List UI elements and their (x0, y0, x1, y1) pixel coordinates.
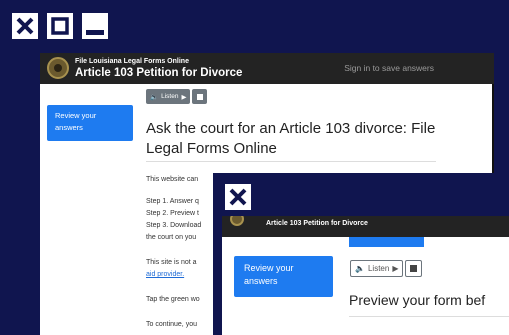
stop-button[interactable] (405, 260, 423, 277)
minimize-icon (86, 30, 104, 35)
step-2-text: Step 2. Preview t (146, 210, 199, 217)
site-header: File Louisiana Legal Forms Online Articl… (40, 53, 494, 84)
listen-label: Listen (161, 93, 179, 100)
listen-button[interactable]: 🔈 Listen ▶ (350, 260, 404, 277)
overlay-site-title[interactable]: Article 103 Petition for Divorce (266, 220, 368, 227)
review-answers-button[interactable]: Review your answers (234, 256, 333, 297)
continue-text: To continue, you (146, 321, 197, 328)
play-icon: ▶ (181, 93, 187, 101)
site-name: File Louisiana Legal Forms Online (75, 58, 189, 65)
divider (349, 316, 509, 317)
listen-label: Listen (367, 264, 390, 273)
state-seal-logo (47, 57, 69, 79)
sign-in-link[interactable]: Sign in to save answers (344, 63, 434, 73)
close-icon (16, 17, 34, 35)
body-line: This website can (146, 176, 199, 183)
page-title: Ask the court for an Article 103 divorce… (146, 120, 436, 157)
overlay-content: Article 103 Petition for Divorce Review … (222, 216, 509, 335)
minimize-window-button[interactable] (82, 13, 108, 39)
overlay-page-title: Preview your form bef (349, 292, 486, 308)
divider (146, 161, 436, 162)
overlay-close-button[interactable] (225, 184, 251, 210)
step-1-text: Step 1. Answer q (146, 198, 199, 205)
play-icon: ▶ (392, 264, 399, 273)
maximize-window-button[interactable] (47, 13, 73, 39)
speaker-icon: 🔈 (150, 93, 159, 101)
green-word-instruction: Tap the green wo (146, 296, 200, 303)
review-answers-button[interactable]: Review your answers (47, 105, 133, 141)
maximize-icon (51, 17, 69, 35)
step-3-text: Step 3. Download (146, 222, 202, 229)
site-title[interactable]: Article 103 Petition for Divorce (75, 67, 242, 79)
state-seal-logo (230, 216, 244, 226)
listen-button[interactable]: 🔈 Listen ▶ (146, 89, 191, 104)
overlay-window: Article 103 Petition for Divorce Review … (213, 173, 509, 335)
progress-bar (349, 237, 424, 247)
speaker-icon: 🔈 (355, 264, 365, 273)
close-icon (229, 188, 247, 206)
stop-button[interactable] (192, 89, 208, 104)
step-3-continued: the court on you (146, 234, 197, 241)
disclaimer-text: This site is not a (146, 259, 197, 266)
overlay-header: Article 103 Petition for Divorce (222, 216, 509, 237)
stop-icon (410, 265, 418, 272)
aid-provider-link[interactable]: aid provider. (146, 271, 184, 278)
listen-controls: 🔈 Listen ▶ (350, 260, 423, 277)
stop-icon (196, 93, 203, 100)
close-window-button[interactable] (12, 13, 38, 39)
listen-controls: 🔈 Listen ▶ (146, 89, 208, 104)
